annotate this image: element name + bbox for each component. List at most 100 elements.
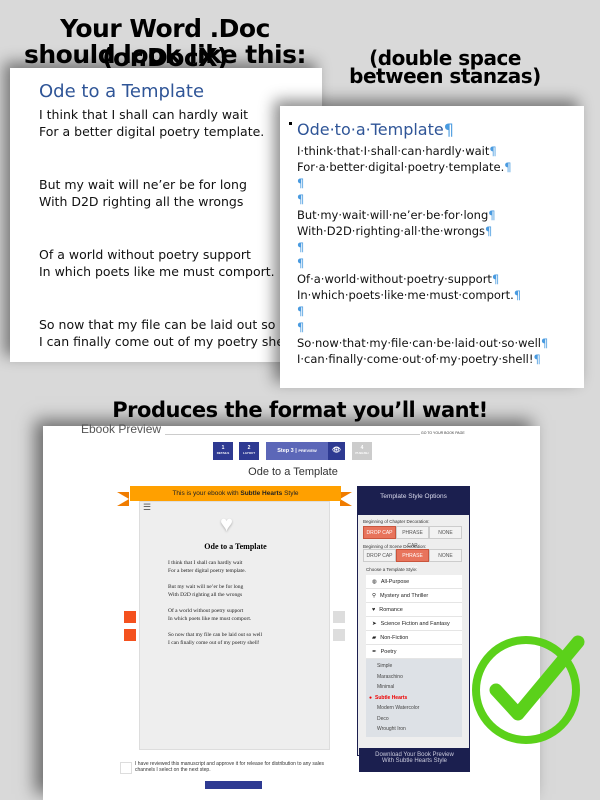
approve-checkbox[interactable] bbox=[120, 762, 132, 774]
scene-phrase-cap[interactable]: PHRASE CAP bbox=[396, 549, 429, 572]
style-label: Deco bbox=[377, 715, 389, 722]
poem-line: Of·a·world·without·poetry·support¶ bbox=[297, 272, 499, 286]
category-poetry[interactable]: ✒ Poetry bbox=[366, 645, 462, 659]
pilcrow-icon: ¶ bbox=[297, 320, 305, 334]
selected-indicator-icon: ● bbox=[369, 694, 373, 701]
book-title: Ode to a Template bbox=[248, 466, 338, 478]
panel-title: Template Style Options bbox=[358, 487, 469, 515]
poem-line: I think that I shall can hardly wait bbox=[39, 107, 249, 122]
pilcrow-icon: ¶ bbox=[489, 144, 497, 158]
chapter-phrase-cap[interactable]: PHRASE CAP bbox=[396, 526, 429, 549]
produces-heading: Produces the format you’ll want! bbox=[112, 398, 488, 422]
go-to-book-page-link[interactable]: GO TO YOUR BOOK PAGE bbox=[421, 431, 465, 435]
category-label: Poetry bbox=[380, 649, 397, 655]
pilcrow-icon: ¶ bbox=[297, 304, 305, 318]
category-label: Science Fiction and Fantasy bbox=[380, 621, 450, 627]
line-text: With·D2D·righting·all·the·wrongs bbox=[297, 224, 486, 238]
style-label: Simple bbox=[377, 663, 393, 669]
chapter-label: Beginning of Chapter Decoration: bbox=[363, 519, 430, 524]
poem-line: With·D2D·righting·all·the·wrongs¶ bbox=[297, 224, 492, 238]
poem-line: With D2D righting all the wrongs bbox=[39, 194, 244, 209]
pilcrow-icon: ¶ bbox=[297, 176, 305, 190]
prev-page-button[interactable] bbox=[124, 629, 136, 641]
step-details[interactable]: 1 DETAILS bbox=[213, 442, 233, 460]
category-label: Mystery and Thriller bbox=[380, 593, 429, 599]
poem-line: For·a·better·digital·poetry·template.¶ bbox=[297, 160, 512, 174]
step-layout[interactable]: 2 LAYOUT bbox=[239, 442, 259, 460]
step-publish[interactable]: 4 PUBLISH bbox=[352, 442, 372, 460]
next-chapter-button[interactable] bbox=[333, 629, 345, 641]
poem-line: So·now·that·my·file·can·be·laid·out·so·w… bbox=[297, 336, 548, 350]
title-text: Ode·to·a·Template bbox=[297, 120, 444, 139]
poem-line: For a better digital poetry template. bbox=[39, 124, 265, 139]
step-label: PREVIEW bbox=[298, 448, 317, 453]
poem-line: I·can·finally·come·out·of·my·poetry·shel… bbox=[297, 352, 541, 366]
toc-icon[interactable]: ☰ bbox=[143, 502, 151, 513]
poem-line: ¶ bbox=[297, 304, 304, 318]
page-poem-title: Ode to a Template bbox=[204, 542, 267, 551]
step-preview[interactable]: Step 3 | PREVIEW bbox=[266, 442, 328, 460]
style-label: Modern Watercolor bbox=[377, 705, 420, 711]
download-preview-button[interactable]: Download Your Book Preview With Subtle H… bbox=[359, 748, 470, 772]
line-text: So·now·that·my·file·can·be·laid·out·so·w… bbox=[297, 336, 541, 350]
note-line2: between stanzas) bbox=[349, 64, 541, 88]
style-banner: This is your ebook with Subtle Hearts St… bbox=[130, 486, 341, 501]
line-text: I·can·finally·come·out·of·my·poetry·shel… bbox=[297, 352, 534, 366]
scene-drop-cap[interactable]: DROP CAP bbox=[363, 549, 396, 562]
checkmark-icon bbox=[472, 635, 585, 744]
chapter-drop-cap[interactable]: DROP CAP bbox=[363, 526, 396, 539]
word-document-formatting-marks: Ode·to·a·Template¶ I·think·that·I·shall·… bbox=[280, 106, 584, 388]
next-page-button[interactable] bbox=[333, 611, 345, 623]
scene-none[interactable]: NONE bbox=[429, 549, 462, 562]
style-label: Minimal bbox=[377, 684, 395, 690]
poem-line: In·which·poets·like·me·must·comport.¶ bbox=[297, 288, 521, 302]
category-non-fiction[interactable]: ▰ Non-Fiction bbox=[366, 631, 462, 645]
pilcrow-icon: ¶ bbox=[541, 336, 549, 350]
line-text: But·my·wait·will·ne’er·be·for·long bbox=[297, 208, 489, 222]
poem-line: ¶ bbox=[297, 192, 304, 206]
step-label: DETAILS bbox=[216, 451, 230, 455]
line-text: I·think·that·I·shall·can·hardly·wait bbox=[297, 144, 490, 158]
page-poem-line: Of a world without poetry support bbox=[168, 608, 244, 614]
poetry-style-simple[interactable]: Simple bbox=[366, 661, 462, 672]
poetry-style-wrought-iron[interactable]: Wrought Iron bbox=[366, 724, 462, 735]
chapter-none[interactable]: NONE bbox=[429, 526, 462, 539]
pilcrow-icon: ¶ bbox=[504, 160, 512, 174]
category-label: All-Purpose bbox=[380, 579, 410, 585]
poetry-style-subtle-hearts[interactable]: ● Subtle Hearts bbox=[366, 693, 462, 704]
poetry-style-deco[interactable]: Deco bbox=[366, 714, 462, 725]
poetry-style-modern-watercolor[interactable]: Modern Watercolor bbox=[366, 703, 462, 714]
category-romance[interactable]: ♥ Romance bbox=[366, 603, 462, 617]
pilcrow-icon: ¶ bbox=[513, 288, 522, 302]
pilcrow-icon: ¶ bbox=[533, 352, 541, 366]
continue-button[interactable] bbox=[205, 781, 262, 789]
category-mystery-and-thriller[interactable]: ⚲ Mystery and Thriller bbox=[366, 589, 462, 603]
pilcrow-icon: ¶ bbox=[491, 272, 500, 286]
doc-title: Ode·to·a·Template¶ bbox=[297, 120, 454, 139]
step-label: LAYOUT bbox=[242, 451, 256, 455]
eye-icon[interactable]: 👁 bbox=[328, 442, 345, 460]
category-all-purpose[interactable]: ◍ All-Purpose bbox=[366, 575, 462, 589]
poem-line: ¶ bbox=[297, 320, 304, 334]
ribbon-tail-right bbox=[340, 492, 352, 506]
pilcrow-icon: ¶ bbox=[297, 240, 305, 254]
poetry-style-minimal[interactable]: Minimal bbox=[366, 682, 462, 693]
heading-line2: should look like this: bbox=[23, 40, 307, 69]
choose-label: Choose a Template Style: bbox=[366, 567, 418, 572]
banner-suffix: Style bbox=[282, 490, 299, 497]
page-poem-line: So now that my file can be laid out so w… bbox=[168, 632, 263, 638]
style-label: Subtle Hearts bbox=[375, 694, 408, 701]
poetry-style-maraschino[interactable]: Maraschino bbox=[366, 672, 462, 683]
line-text: For·a·better·digital·poetry·template. bbox=[297, 160, 505, 174]
line-text: Of·a·world·without·poetry·support bbox=[297, 272, 492, 286]
category-science-fiction-and-fantasy[interactable]: ➤ Science Fiction and Fantasy bbox=[366, 617, 462, 631]
poem-line: But·my·wait·will·ne’er·be·for·long¶ bbox=[297, 208, 496, 222]
poem-line: I can finally come out of my poetry shel… bbox=[39, 334, 297, 349]
globe-icon: ◍ bbox=[372, 579, 377, 585]
poem-line: ¶ bbox=[297, 256, 304, 270]
poem-line: In which poets like me must comport. bbox=[39, 264, 275, 279]
page-poem-line: I think that I shall can hardly wait bbox=[168, 560, 243, 566]
cursor-mark bbox=[289, 122, 292, 125]
poem-line: So now that my file can be laid out so w… bbox=[39, 317, 305, 332]
prev-chapter-button[interactable] bbox=[124, 611, 136, 623]
